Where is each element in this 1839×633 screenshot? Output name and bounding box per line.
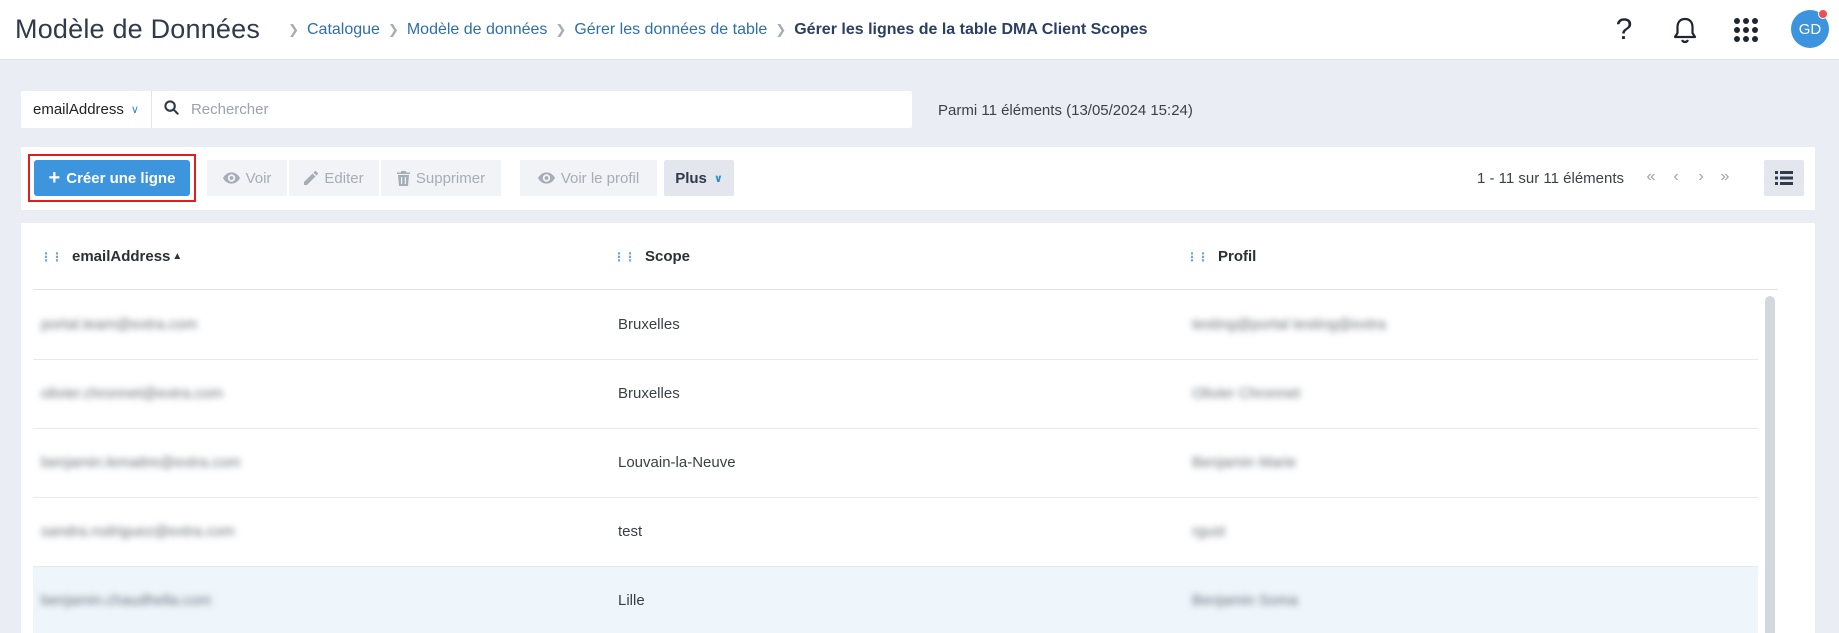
list-view-toggle[interactable] [1764, 160, 1804, 196]
plus-icon: + [48, 167, 61, 189]
table-row[interactable]: sandra.rodriguez@extra.com test rgust [33, 498, 1758, 567]
next-page-icon[interactable]: › [1692, 168, 1710, 186]
last-page-icon[interactable]: » [1716, 168, 1734, 186]
app-title: Modèle de Données [15, 14, 261, 44]
trash-icon [396, 170, 410, 186]
email-cell: benjamin.lemaitre@extra.com [41, 454, 241, 471]
list-icon [1775, 171, 1793, 185]
profile-cell: Benjamin Marie [1192, 454, 1297, 471]
breadcrumb-item-catalogue[interactable]: Catalogue [307, 21, 380, 39]
column-header-label: Profil [1218, 248, 1257, 265]
eye-icon [537, 172, 555, 184]
toolbar: + Créer une ligne Voir Editer Supprimer … [21, 147, 1815, 210]
profile-cell: rgust [1192, 523, 1226, 540]
search-field-value: emailAddress [33, 101, 124, 118]
pencil-icon [304, 171, 319, 185]
vertical-scrollbar[interactable] [1765, 296, 1775, 633]
chevron-down-icon: ∨ [130, 104, 139, 116]
column-header-scope[interactable]: ⋮⋮ Scope [613, 248, 690, 265]
data-table: ⋮⋮ emailAddress ▲︎ ⋮⋮ Scope ⋮⋮ Profil po… [21, 223, 1815, 633]
drag-handle-icon[interactable]: ⋮⋮ [613, 250, 636, 264]
profile-cell: Olivier Chronnet [1192, 385, 1301, 402]
scope-cell: Louvain-la-Neuve [618, 454, 736, 471]
help-icon[interactable]: ? [1604, 10, 1644, 50]
chevron-right-icon: ❯ [775, 21, 787, 37]
email-cell: sandra.rodriguez@extra.com [41, 523, 235, 540]
view-profile-button[interactable]: Voir le profil [520, 160, 657, 196]
view-button[interactable]: Voir [207, 160, 287, 196]
pagination-info: 1 - 11 sur 11 éléments [1477, 170, 1625, 187]
search-field-select[interactable]: emailAddress ∨ [21, 91, 152, 128]
app-header: Modèle de Données ❯ Catalogue ❯ Modèle d… [0, 0, 1839, 60]
table-row[interactable]: portal.team@extra.com Bruxelles testing@… [33, 291, 1758, 360]
delete-label: Supprimer [415, 169, 486, 187]
table-header: ⋮⋮ emailAddress ▲︎ ⋮⋮ Scope ⋮⋮ Profil [33, 223, 1778, 290]
email-cell: portal.team@extra.com [41, 316, 198, 333]
breadcrumb-item-data-model[interactable]: Modèle de données [407, 21, 548, 39]
previous-page-icon[interactable]: ‹ [1667, 168, 1685, 186]
chevron-right-icon: ❯ [288, 21, 299, 37]
chevron-right-icon: ❯ [387, 21, 399, 37]
breadcrumb-item-table-data[interactable]: Gérer les données de table [574, 21, 767, 39]
table-row[interactable]: olivier.chronnet@extra.com Bruxelles Oli… [33, 360, 1758, 429]
sort-icon[interactable]: ▲︎ [172, 251, 182, 262]
more-label: Plus [675, 169, 707, 187]
scope-cell: test [618, 523, 643, 540]
apps-grid-icon[interactable] [1726, 10, 1766, 50]
create-row-label: Créer une ligne [66, 169, 176, 187]
more-button[interactable]: Plus ∨ [664, 160, 734, 196]
search-input[interactable] [190, 101, 912, 118]
email-cell: benjamin.chaudhella.com [41, 592, 212, 609]
chevron-right-icon: ❯ [555, 21, 567, 37]
scope-cell: Bruxelles [618, 316, 680, 333]
first-page-icon[interactable]: « [1642, 168, 1660, 186]
profile-cell: testing@portal testing@extra [1192, 316, 1386, 333]
search-icon [164, 99, 179, 120]
table-row[interactable]: benjamin.lemaitre@extra.com Louvain-la-N… [33, 429, 1758, 498]
email-cell: olivier.chronnet@extra.com [41, 385, 223, 402]
column-header-label: emailAddress [72, 248, 171, 265]
view-profile-label: Voir le profil [560, 169, 640, 187]
delete-button[interactable]: Supprimer [381, 160, 501, 196]
edit-label: Editer [324, 169, 364, 187]
breadcrumb: ❯ Catalogue ❯ Modèle de données ❯ Gérer … [280, 21, 1147, 39]
scope-cell: Bruxelles [618, 385, 680, 402]
table-row[interactable]: benjamin.chaudhella.com Lille Benjamin S… [33, 567, 1758, 633]
create-row-button[interactable]: + Créer une ligne [34, 160, 190, 196]
view-label: Voir [245, 169, 272, 187]
column-header-profile[interactable]: ⋮⋮ Profil [1186, 248, 1256, 265]
bell-icon[interactable] [1665, 10, 1705, 50]
drag-handle-icon[interactable]: ⋮⋮ [1186, 250, 1209, 264]
breadcrumb-item-current: Gérer les lignes de la table DMA Client … [794, 20, 1148, 38]
scope-cell: Lille [618, 592, 645, 609]
eye-icon [222, 172, 240, 184]
column-header-email[interactable]: ⋮⋮ emailAddress ▲︎ [40, 248, 182, 265]
search-bar: emailAddress ∨ [21, 91, 912, 128]
chevron-down-icon: ∨ [713, 172, 723, 185]
edit-button[interactable]: Editer [289, 160, 379, 196]
drag-handle-icon[interactable]: ⋮⋮ [40, 250, 63, 264]
element-count-info: Parmi 11 éléments (13/05/2024 15:24) [938, 102, 1193, 119]
column-header-label: Scope [645, 248, 691, 265]
notification-dot [1818, 9, 1828, 19]
profile-cell: Benjamin Soma [1192, 592, 1298, 609]
